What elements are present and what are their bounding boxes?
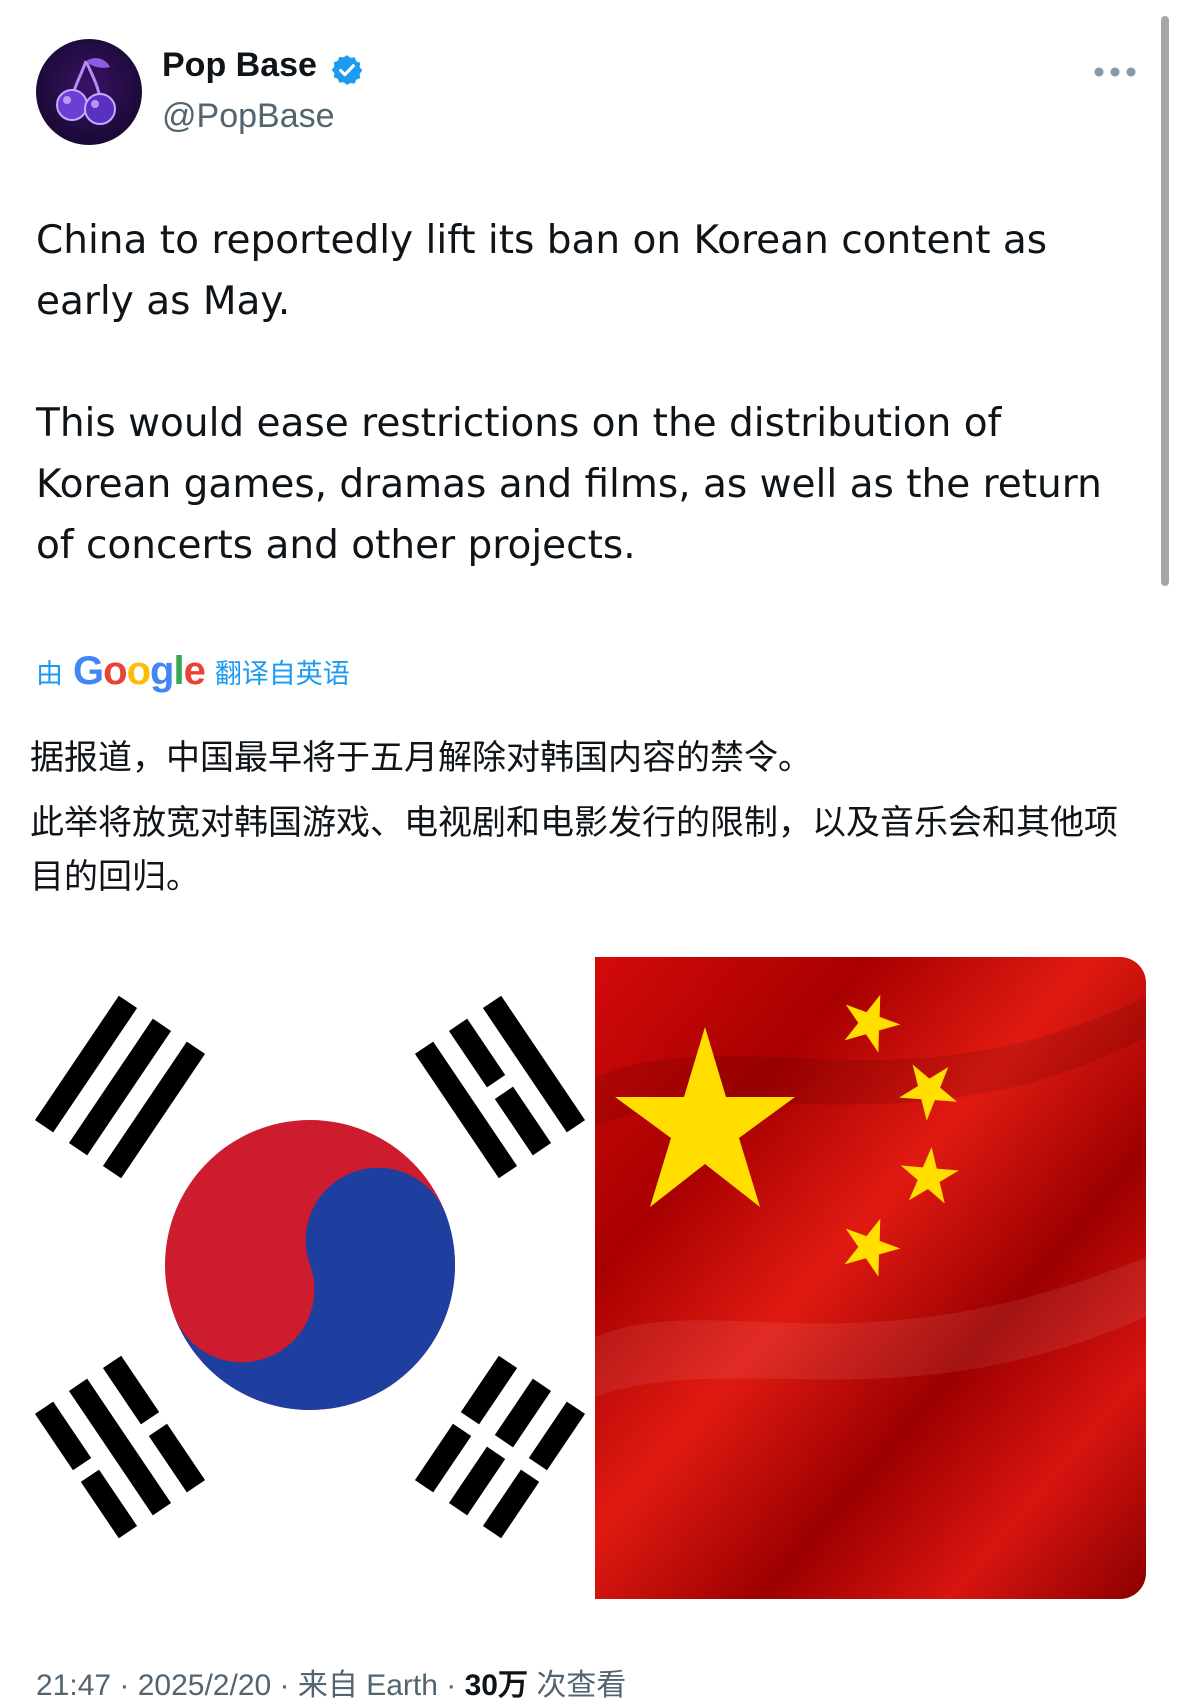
translation-attribution[interactable]: 由 Google 翻译自英语 <box>36 646 350 696</box>
google-logo-letter: g <box>150 648 174 693</box>
south-korea-flag-image[interactable] <box>30 957 590 1599</box>
tweet-paragraph: China to reportedly lift its ban on Kore… <box>36 218 1048 324</box>
google-logo-letter: l <box>173 648 184 693</box>
tweet-meta: 21:47 · 2025/2/20 · 来自 Earth · 30万 次查看 <box>36 1669 627 1702</box>
china-flag-image[interactable] <box>595 957 1146 1599</box>
cherries-icon <box>56 58 116 125</box>
translated-from-label: 翻译自英语 <box>214 658 350 690</box>
translated-paragraph: 此举将放宽对韩国游戏、电视剧和电影发行的限制，以及音乐会和其他项目的回归。 <box>30 803 1118 897</box>
verified-badge-icon <box>331 55 363 85</box>
google-logo-letter: o <box>126 648 151 693</box>
more-options-icon <box>1094 67 1136 77</box>
china-flag-graphic <box>595 957 1146 1599</box>
google-logo: Google <box>73 648 206 694</box>
google-logo-letter: G <box>73 648 104 693</box>
views-label: 次查看 <box>536 1669 627 1702</box>
avatar[interactable] <box>36 39 142 145</box>
author-display-name[interactable]: Pop Base <box>162 46 317 85</box>
author-handle[interactable]: @PopBase <box>162 97 335 136</box>
south-korea-flag-graphic <box>34 995 586 1539</box>
google-logo-letter: o <box>103 648 127 693</box>
views-count: 30万 <box>464 1669 528 1702</box>
tweet-timestamp[interactable]: 21:47 · 2025/2/20 <box>36 1669 271 1702</box>
tweet-source: 来自 Earth <box>297 1669 438 1702</box>
tweet-media[interactable] <box>30 957 1146 1599</box>
scrollbar[interactable] <box>1161 16 1169 586</box>
google-logo-letter: e <box>183 648 206 693</box>
tweet-paragraph: This would ease restrictions on the dist… <box>36 401 1102 568</box>
translated-paragraph: 据报道，中国最早将于五月解除对韩国内容的禁令。 <box>30 738 812 778</box>
translated-by-label: 由 <box>36 658 63 690</box>
more-options-button[interactable] <box>1092 58 1138 86</box>
